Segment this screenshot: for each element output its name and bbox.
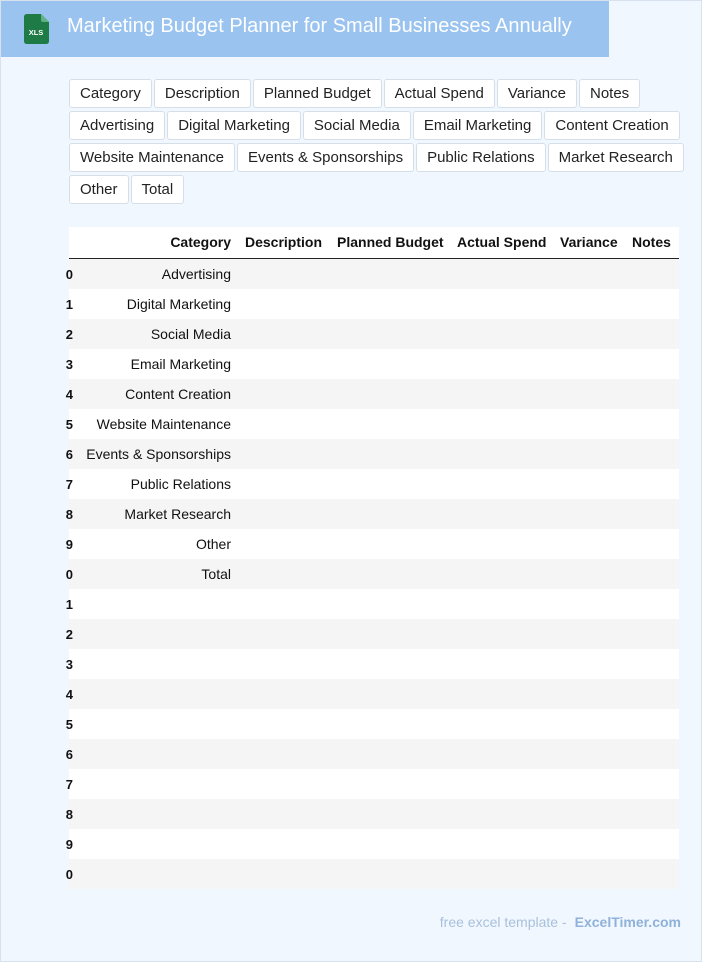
row-index: 4 [65, 687, 73, 702]
row-index: 5 [65, 417, 73, 432]
row-index: 6 [65, 447, 73, 462]
cell-category: Total [201, 566, 231, 582]
table-row[interactable]: 6 Events & Sponsorships [66, 439, 679, 469]
cell-category: Public Relations [130, 476, 231, 492]
table-row[interactable]: 0 Total [66, 559, 679, 589]
column-chip[interactable]: Advertising [69, 111, 166, 140]
footer-credit: free excel template - ExcelTimer.com [440, 914, 681, 930]
column-chip[interactable]: Other [69, 175, 129, 204]
row-index: 8 [65, 807, 73, 822]
table-header: Category Description Planned Budget Actu… [69, 227, 679, 259]
column-chip[interactable]: Description [153, 79, 251, 108]
row-index: 6 [65, 747, 73, 762]
table-row[interactable]: 1 Digital Marketing [66, 289, 679, 319]
column-header-variance[interactable]: Variance [560, 234, 618, 250]
xls-icon-label: XLS [29, 28, 44, 37]
budget-table: Category Description Planned Budget Actu… [66, 227, 679, 889]
row-index: 8 [65, 507, 73, 522]
table-row[interactable]: 0 [66, 859, 679, 889]
row-index: 9 [65, 537, 73, 552]
table-row[interactable]: 1 [66, 589, 679, 619]
column-header-planned-budget[interactable]: Planned Budget [337, 234, 444, 250]
table-row[interactable]: 4 Content Creation [66, 379, 679, 409]
table-row[interactable]: 7 Public Relations [66, 469, 679, 499]
table-row[interactable]: 3 Email Marketing [66, 349, 679, 379]
column-chip-list: Category Description Planned Budget Actual … [69, 79, 685, 204]
column-chip[interactable]: Email Marketing [412, 111, 543, 140]
footer-brand-link[interactable]: ExcelTimer.com [575, 914, 681, 930]
row-index: 5 [65, 717, 73, 732]
page-title: Marketing Budget Planner for Small Busin… [67, 15, 572, 37]
row-index: 9 [65, 837, 73, 852]
cell-category: Digital Marketing [126, 296, 231, 312]
column-header-notes[interactable]: Notes [632, 234, 671, 250]
cell-category: Other [195, 536, 231, 552]
table-row[interactable]: 3 [66, 649, 679, 679]
table-row[interactable]: 4 [66, 679, 679, 709]
column-chip[interactable]: Notes [579, 79, 641, 108]
cell-category: Market Research [124, 506, 231, 522]
column-chip[interactable]: Social Media [302, 111, 411, 140]
xls-file-icon: XLS [24, 14, 49, 44]
column-chip[interactable]: Events & Sponsorships [236, 143, 415, 172]
row-index: 2 [65, 327, 73, 342]
row-index: 7 [65, 477, 73, 492]
column-chip[interactable]: Content Creation [544, 111, 680, 140]
column-chip[interactable]: Market Research [547, 143, 684, 172]
table-row[interactable]: 0 Advertising [66, 259, 679, 289]
title-bar: XLS Marketing Budget Planner for Small B… [1, 1, 609, 57]
row-index: 3 [65, 357, 73, 372]
row-index: 0 [65, 267, 73, 282]
column-chip[interactable]: Website Maintenance [69, 143, 235, 172]
table-row[interactable]: 8 Market Research [66, 499, 679, 529]
table-body: 0 Advertising 1 Digital Marketing 2 Social Me… [66, 259, 679, 889]
column-chip[interactable]: Actual Spend [383, 79, 495, 108]
cell-category: Email Marketing [130, 356, 231, 372]
row-index: 7 [65, 777, 73, 792]
column-chip[interactable]: Digital Marketing [167, 111, 301, 140]
table-row[interactable]: 2 Social Media [66, 319, 679, 349]
column-header-description[interactable]: Description [245, 234, 322, 250]
column-chip[interactable]: Total [130, 175, 185, 204]
column-chip[interactable]: Planned Budget [252, 79, 382, 108]
table-row[interactable]: 5 Website Maintenance [66, 409, 679, 439]
table-row[interactable]: 7 [66, 769, 679, 799]
column-header-actual-spend[interactable]: Actual Spend [457, 234, 546, 250]
column-chip[interactable]: Category [69, 79, 152, 108]
row-index: 1 [65, 297, 73, 312]
cell-category: Events & Sponsorships [86, 446, 231, 462]
table-row[interactable]: 5 [66, 709, 679, 739]
table-row[interactable]: 9 Other [66, 529, 679, 559]
table-row[interactable]: 6 [66, 739, 679, 769]
table-row[interactable]: 2 [66, 619, 679, 649]
table-row[interactable]: 9 [66, 829, 679, 859]
cell-category: Content Creation [125, 386, 231, 402]
row-index: 1 [65, 597, 73, 612]
column-chip[interactable]: Variance [496, 79, 577, 108]
row-index: 0 [65, 867, 73, 882]
cell-category: Website Maintenance [96, 416, 231, 432]
column-chip[interactable]: Public Relations [416, 143, 546, 172]
row-index: 4 [65, 387, 73, 402]
cell-category: Social Media [150, 326, 231, 342]
row-index: 3 [65, 657, 73, 672]
cell-category: Advertising [161, 266, 231, 282]
column-header-category[interactable]: Category [170, 234, 231, 250]
table-row[interactable]: 8 [66, 799, 679, 829]
row-index: 0 [65, 567, 73, 582]
row-index: 2 [65, 627, 73, 642]
footer-text: free excel template - [439, 914, 567, 930]
